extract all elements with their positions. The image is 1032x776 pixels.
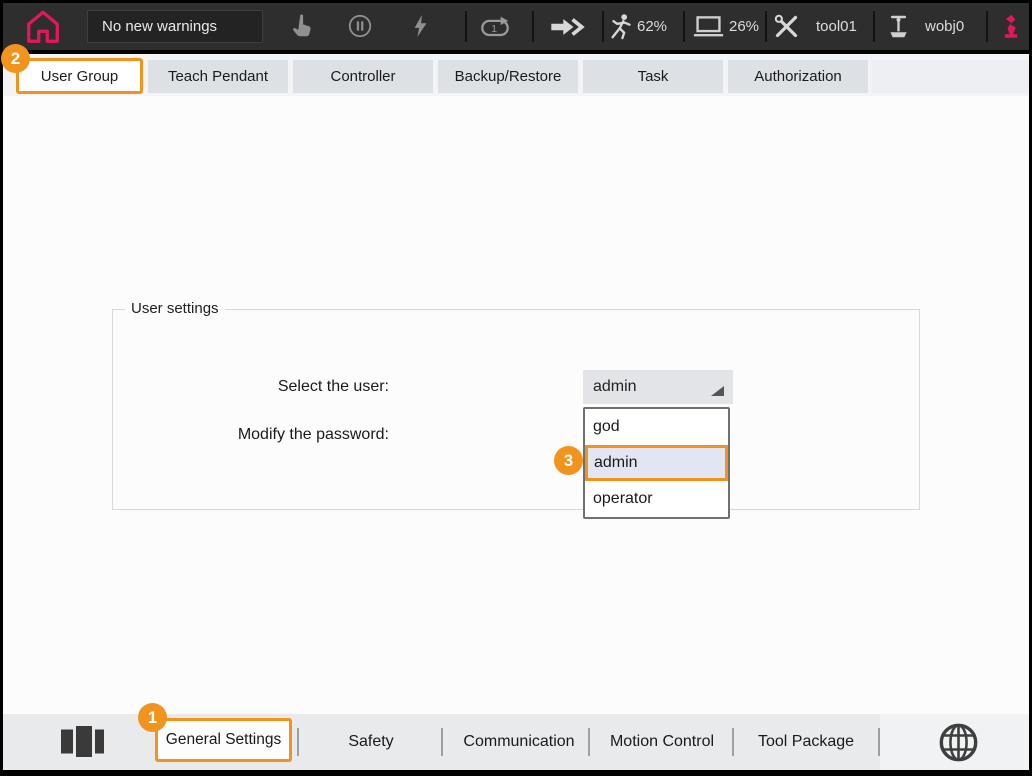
tab-label: Authorization <box>754 68 842 85</box>
svg-text:1: 1 <box>491 24 497 35</box>
tool-settings-icon[interactable] <box>773 13 800 40</box>
tab-controller[interactable]: Controller <box>293 60 433 93</box>
tab-label: Backup/Restore <box>455 68 562 85</box>
tab-teach-pendant[interactable]: Teach Pendant <box>148 60 288 93</box>
workobject-joystick-icon[interactable] <box>885 12 912 40</box>
annotation-step-1: 1 <box>138 703 167 732</box>
topbar-separator <box>765 11 767 42</box>
warning-text: No new warnings <box>102 18 217 35</box>
nav-general-settings[interactable]: General Settings <box>155 718 292 762</box>
nav-communication[interactable]: Communication <box>463 714 574 770</box>
bottom-separator <box>732 728 734 756</box>
bottom-separator <box>588 728 590 756</box>
dock-menu-icon[interactable] <box>60 725 106 758</box>
annotation-step-2: 2 <box>1 44 30 73</box>
monitor-percent: 26% <box>729 3 759 50</box>
groupbox-legend: User settings <box>125 300 225 317</box>
nav-label: Safety <box>348 733 393 751</box>
dropdown-corner-arrow-icon <box>711 386 724 396</box>
select-user-label: Select the user: <box>113 378 389 396</box>
bottom-separator <box>441 728 443 756</box>
nav-label: General Settings <box>166 731 281 749</box>
modify-password-label: Modify the password: <box>113 426 389 444</box>
power-bolt-icon[interactable] <box>410 12 432 40</box>
option-label: admin <box>594 454 638 472</box>
annotation-step-3: 3 <box>554 446 583 475</box>
pause-icon[interactable] <box>347 13 373 39</box>
user-select-dropdown[interactable]: admin <box>583 370 733 404</box>
current-workobject[interactable]: wobj0 <box>925 3 964 50</box>
speed-percent: 62% <box>637 3 667 50</box>
option-label: god <box>593 418 620 436</box>
tab-task[interactable]: Task <box>583 60 723 93</box>
bottom-separator <box>878 728 880 756</box>
dropdown-value: admin <box>593 378 637 395</box>
nav-label: Tool Package <box>758 733 854 751</box>
dropdown-option-admin[interactable]: admin <box>585 445 728 481</box>
topbar-separator <box>465 11 467 42</box>
option-label: operator <box>593 490 653 508</box>
content-area: User settings Select the user: Modify th… <box>3 96 1029 714</box>
top-status-bar: No new warnings 1 <box>3 3 1029 50</box>
nav-motion-control[interactable]: Motion Control <box>610 714 714 770</box>
step-number: 1 <box>148 708 157 728</box>
topbar-separator <box>683 11 685 42</box>
tab-bar: User Group Teach Pendant Controller Back… <box>3 54 1029 96</box>
step-forward-icon[interactable] <box>549 15 585 39</box>
nav-tool-package[interactable]: Tool Package <box>758 714 854 770</box>
topbar-separator <box>986 11 988 42</box>
monitor-icon[interactable] <box>693 14 724 39</box>
user-settings-groupbox: User settings Select the user: Modify th… <box>112 309 920 510</box>
dropdown-option-operator[interactable]: operator <box>585 481 728 517</box>
speed-runner-icon[interactable] <box>609 12 634 41</box>
tab-label: User Group <box>41 68 119 85</box>
bottom-separator <box>297 728 299 756</box>
tab-backup-restore[interactable]: Backup/Restore <box>438 60 578 93</box>
tab-label: Teach Pendant <box>168 68 268 85</box>
user-dropdown-list: god admin operator <box>583 407 730 519</box>
tab-label: Task <box>638 68 669 85</box>
robot-arm-icon[interactable] <box>998 10 1024 43</box>
dropdown-option-god[interactable]: god <box>585 409 728 445</box>
tab-user-group[interactable]: User Group <box>16 58 143 94</box>
current-tool[interactable]: tool01 <box>816 3 857 50</box>
tab-label: Controller <box>330 68 395 85</box>
nav-safety[interactable]: Safety <box>348 714 393 770</box>
nav-label: Motion Control <box>610 733 714 751</box>
step-number: 3 <box>564 451 573 471</box>
topbar-separator <box>873 11 875 42</box>
topbar-separator <box>602 11 604 42</box>
tab-authorization[interactable]: Authorization <box>728 60 868 93</box>
jog-hand-icon[interactable] <box>289 12 315 40</box>
language-globe-icon[interactable] <box>937 721 980 764</box>
topbar-separator <box>532 11 534 42</box>
step-number: 2 <box>11 49 20 69</box>
warning-message-box[interactable]: No new warnings <box>87 10 263 43</box>
nav-label: Communication <box>463 733 574 751</box>
single-cycle-icon[interactable]: 1 <box>479 15 511 40</box>
tab-bar-filler <box>871 60 1029 93</box>
home-icon[interactable] <box>24 8 62 46</box>
teach-pendant-screen: No new warnings 1 <box>0 0 1032 776</box>
